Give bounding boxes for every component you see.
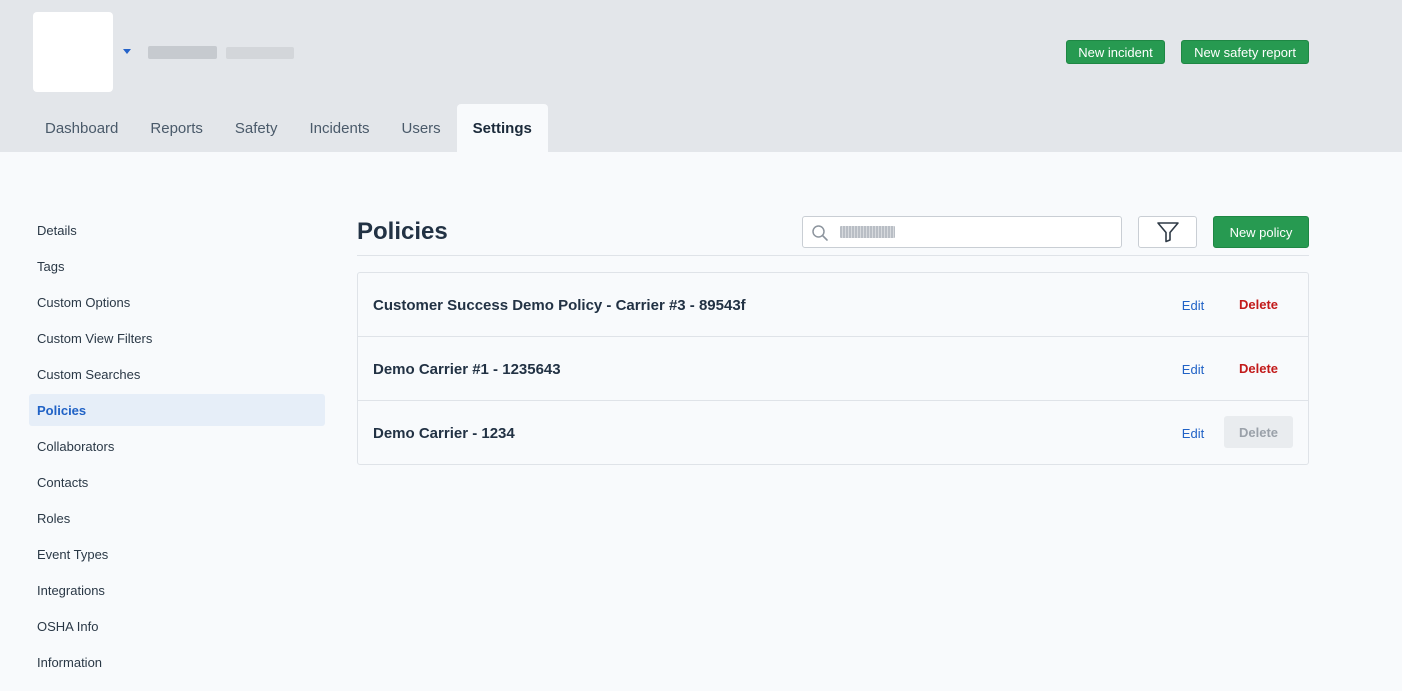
edit-policy-link[interactable]: Edit [1176, 418, 1210, 448]
organization-subtitle-redacted [226, 47, 294, 59]
tab-dashboard[interactable]: Dashboard [29, 104, 134, 152]
filter-button[interactable] [1138, 216, 1197, 248]
policy-list: Customer Success Demo Policy - Carrier #… [357, 272, 1309, 465]
sidebar-item-details[interactable]: Details [29, 214, 325, 246]
sidebar-item-information[interactable]: Information [29, 646, 325, 678]
sidebar-item-contacts[interactable]: Contacts [29, 466, 325, 498]
policy-name: Demo Carrier - 1234 [373, 424, 515, 442]
search-icon [812, 225, 828, 241]
policy-name: Customer Success Demo Policy - Carrier #… [373, 296, 746, 314]
list-item: Demo Carrier - 1234 Edit Delete [358, 401, 1308, 464]
edit-policy-link[interactable]: Edit [1176, 290, 1210, 320]
new-incident-button[interactable]: New incident [1066, 40, 1165, 64]
title-divider [357, 255, 1309, 256]
sidebar-item-osha-info[interactable]: OSHA Info [29, 610, 325, 642]
sidebar-item-custom-view-filters[interactable]: Custom View Filters [29, 322, 325, 354]
sidebar-item-event-types[interactable]: Event Types [29, 538, 325, 570]
tab-incidents[interactable]: Incidents [293, 104, 385, 152]
sidebar-item-custom-options[interactable]: Custom Options [29, 286, 325, 318]
list-item: Customer Success Demo Policy - Carrier #… [358, 273, 1308, 337]
list-item: Demo Carrier #1 - 1235643 Edit Delete [358, 337, 1308, 401]
top-header: New incident New safety report Dashboard… [0, 0, 1402, 152]
search-input[interactable] [837, 217, 1117, 247]
policy-search-box[interactable] [802, 216, 1122, 248]
organization-logo[interactable] [33, 12, 113, 92]
delete-policy-link[interactable]: Delete [1224, 352, 1293, 384]
delete-policy-button-disabled: Delete [1224, 416, 1293, 448]
sidebar-item-tags[interactable]: Tags [29, 250, 325, 282]
filter-icon [1156, 222, 1179, 243]
tab-reports[interactable]: Reports [134, 104, 219, 152]
page-title: Policies [357, 218, 448, 245]
tab-safety[interactable]: Safety [219, 104, 294, 152]
sidebar-item-roles[interactable]: Roles [29, 502, 325, 534]
organization-name-redacted [148, 46, 217, 59]
new-policy-button[interactable]: New policy [1213, 216, 1309, 248]
sidebar-item-integrations[interactable]: Integrations [29, 574, 325, 606]
caret-down-icon[interactable] [123, 49, 131, 54]
delete-policy-link[interactable]: Delete [1224, 288, 1293, 320]
new-safety-report-button[interactable]: New safety report [1181, 40, 1309, 64]
sidebar-item-custom-searches[interactable]: Custom Searches [29, 358, 325, 390]
tab-users[interactable]: Users [386, 104, 457, 152]
edit-policy-link[interactable]: Edit [1176, 354, 1210, 384]
tab-settings[interactable]: Settings [456, 104, 548, 152]
sidebar-item-collaborators[interactable]: Collaborators [29, 430, 325, 462]
policy-name: Demo Carrier #1 - 1235643 [373, 360, 561, 378]
main-nav-tabs: Dashboard Reports Safety Incidents Users… [29, 104, 548, 152]
settings-sidebar: Details Tags Custom Options Custom View … [29, 214, 325, 682]
sidebar-item-policies[interactable]: Policies [29, 394, 325, 426]
